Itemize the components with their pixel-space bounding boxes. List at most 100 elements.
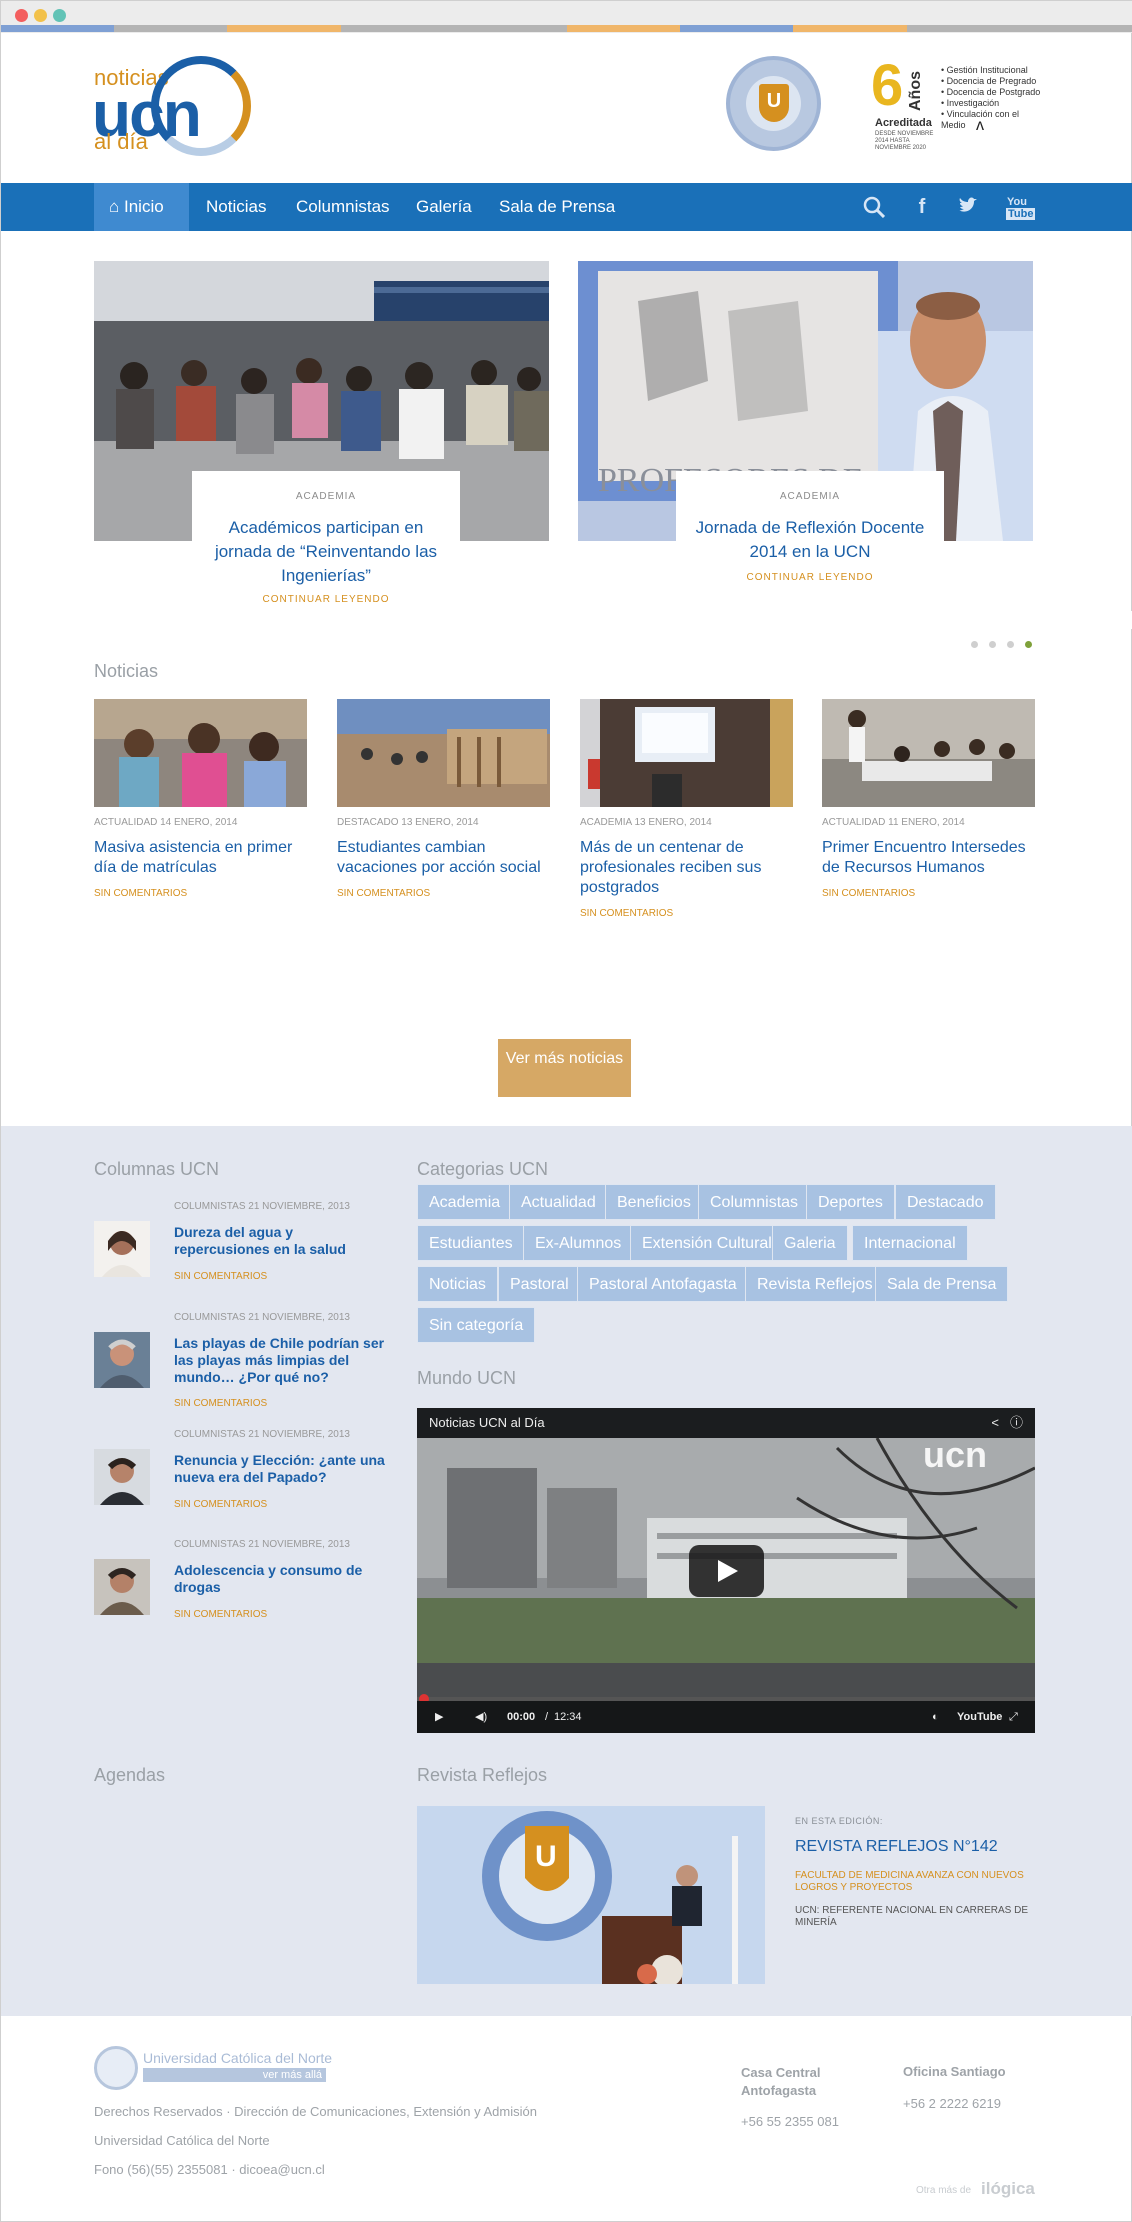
slide-title[interactable]: Académicos participan en jornada de “Rei… (202, 516, 450, 588)
revista-cover-image[interactable]: U (417, 1806, 765, 1984)
continue-reading-link[interactable]: CONTINUAR LEYENDO (192, 594, 460, 605)
news-thumbnail[interactable] (822, 699, 1035, 807)
close-window-dot[interactable] (15, 9, 28, 22)
play-icon[interactable] (689, 1545, 764, 1597)
credit-brand[interactable]: ilógica (981, 2179, 1035, 2199)
fullscreen-icon[interactable]: ⤢ (1009, 1701, 1018, 1733)
credit-prefix: Otra más de (916, 2185, 972, 2196)
category-tag[interactable]: Deportes (806, 1184, 895, 1220)
column-comments[interactable]: SIN COMENTARIOS (174, 1609, 267, 1620)
category-tag[interactable]: Pastoral Antofagasta (577, 1266, 749, 1302)
slide-title[interactable]: Jornada de Reflexión Docente 2014 en la … (686, 516, 934, 564)
avatar[interactable] (94, 1221, 150, 1277)
avatar[interactable] (94, 1559, 150, 1615)
office-phone[interactable]: +56 55 2355 081 (741, 2114, 839, 2129)
news-card[interactable]: DESTACADO 13 ENERO, 2014 Estudiantes cam… (337, 699, 550, 899)
nav-item-sala-de-prensa[interactable]: Sala de Prensa (499, 183, 615, 231)
category-tag[interactable]: Destacado (895, 1184, 996, 1220)
category-tag[interactable]: Academia (417, 1184, 513, 1220)
category-tag[interactable]: Actualidad (509, 1184, 608, 1220)
news-comments[interactable]: SIN COMENTARIOS (822, 888, 1035, 899)
section-title-mundo: Mundo UCN (417, 1368, 517, 1388)
column-title[interactable]: Dureza del agua y repercusiones en la sa… (174, 1224, 389, 1258)
video-time-current: 00:00 (507, 1711, 536, 1723)
slider-page-dot[interactable] (1007, 641, 1014, 648)
news-card[interactable]: ACTUALIDAD 11 ENERO, 2014 Primer Encuent… (822, 699, 1035, 899)
video-title[interactable]: Noticias UCN al Día (429, 1415, 545, 1430)
avatar[interactable] (94, 1449, 150, 1505)
category-tag[interactable]: Noticias (417, 1266, 498, 1302)
category-tag[interactable]: Columnistas (698, 1184, 811, 1220)
footer-university-name[interactable]: Universidad Católica del Norte (143, 2050, 332, 2066)
search-icon[interactable] (863, 196, 886, 219)
category-tag[interactable]: Revista Reflejos (745, 1266, 885, 1302)
category-tag[interactable]: Estudiantes (417, 1225, 525, 1261)
column-comments[interactable]: SIN COMENTARIOS (174, 1271, 267, 1282)
slide-card[interactable]: ACADEMIA Académicos participan en jornad… (192, 471, 460, 611)
page: noticias ucn al día U 6 Años Gestión Ins… (0, 0, 1132, 2222)
footer-contact[interactable]: Fono (56)(55) 2355081 · dicoea@ucn.cl (94, 2162, 325, 2177)
category-tag[interactable]: Extensión Cultural (630, 1225, 784, 1261)
nav-item-noticias[interactable]: Noticias (206, 183, 266, 231)
youtube-icon[interactable]: You Tube (1006, 196, 1036, 220)
slider-page-dot[interactable] (989, 641, 996, 648)
nav-item-inicio[interactable]: ⌂ Inicio (94, 183, 189, 231)
revista-headline[interactable]: UCN: REFERENTE NACIONAL EN CARRERAS DE M… (795, 1905, 1035, 1929)
share-icon[interactable]: < (991, 1408, 999, 1438)
news-thumbnail[interactable] (580, 699, 793, 807)
category-tag[interactable]: Sin categoría (417, 1307, 536, 1343)
office-phone[interactable]: +56 2 2222 6219 (903, 2096, 1001, 2111)
facebook-icon[interactable]: f (911, 196, 933, 218)
slide-card[interactable]: ACADEMIA Jornada de Reflexión Docente 20… (676, 471, 944, 599)
maximize-window-dot[interactable] (53, 9, 66, 22)
news-thumbnail[interactable] (94, 699, 307, 807)
news-title[interactable]: Más de un centenar de profesionales reci… (580, 838, 793, 898)
more-news-button[interactable]: Ver más noticias (498, 1039, 631, 1097)
settings-icon[interactable]: ◐ (932, 1701, 939, 1733)
category-tag[interactable]: Beneficios (605, 1184, 703, 1220)
slider-page-dot[interactable] (971, 641, 978, 648)
nav-item-galeria[interactable]: Galería (416, 183, 472, 231)
slide-category: ACADEMIA (295, 491, 357, 502)
accreditation-area: Docencia de Pregrado (941, 76, 1041, 87)
section-title-noticias: Noticias (94, 661, 159, 681)
info-icon[interactable]: ⓘ (1010, 1408, 1023, 1438)
news-comments[interactable]: SIN COMENTARIOS (94, 888, 307, 899)
footer-rights: Derechos Reservados · Dirección de Comun… (94, 2104, 537, 2119)
news-meta: ACTUALIDAD 11 ENERO, 2014 (822, 817, 965, 828)
column-title[interactable]: Adolescencia y consumo de drogas (174, 1562, 389, 1596)
column-title[interactable]: Renuncia y Elección: ¿ante una nueva era… (174, 1452, 389, 1486)
avatar[interactable] (94, 1332, 150, 1388)
news-comments[interactable]: SIN COMENTARIOS (580, 908, 793, 919)
nav-item-columnistas[interactable]: Columnistas (296, 183, 390, 231)
youtube-logo[interactable]: YouTube (957, 1701, 1002, 1733)
logo-aldia-text: al día (94, 129, 148, 154)
category-tag[interactable]: Internacional (852, 1225, 968, 1261)
category-tag[interactable]: Pastoral (498, 1266, 581, 1302)
news-title[interactable]: Masiva asistencia en primer día de matrí… (94, 838, 307, 878)
news-comments[interactable]: SIN COMENTARIOS (337, 888, 550, 899)
column-title[interactable]: Las playas de Chile podrían ser las play… (174, 1335, 389, 1386)
revista-headline[interactable]: FACULTAD DE MEDICINA AVANZA CON NUEVOS L… (795, 1870, 1035, 1894)
slider-page-dot-active[interactable] (1025, 641, 1032, 648)
column-comments[interactable]: SIN COMENTARIOS (174, 1398, 267, 1409)
news-thumbnail[interactable] (337, 699, 550, 807)
video-time-total: 12:34 (554, 1711, 582, 1723)
category-tag[interactable]: Ex-Alumnos (523, 1225, 634, 1261)
category-tag[interactable]: Galeria (772, 1225, 848, 1261)
category-tag[interactable]: Sala de Prensa (875, 1266, 1009, 1302)
accreditation-area: Investigación (941, 98, 1041, 109)
play-small-icon[interactable]: ▶ (435, 1701, 443, 1733)
column-comments[interactable]: SIN COMENTARIOS (174, 1499, 267, 1510)
continue-reading-link[interactable]: CONTINUAR LEYENDO (676, 572, 944, 583)
twitter-icon[interactable] (957, 196, 979, 218)
cna-logo-icon: ʌ (976, 117, 984, 134)
volume-icon[interactable]: ◀) (475, 1701, 487, 1733)
revista-issue-title[interactable]: REVISTA REFLEJOS N°142 (795, 1838, 998, 1856)
news-title[interactable]: Estudiantes cambian vacaciones por acció… (337, 838, 550, 878)
news-card[interactable]: ACTUALIDAD 14 ENERO, 2014 Masiva asisten… (94, 699, 307, 899)
minimize-window-dot[interactable] (34, 9, 47, 22)
video-player[interactable]: Noticias UCN al Día < ⓘ ucn ▶ ◀) 00:00 / 1… (417, 1408, 1035, 1733)
news-title[interactable]: Primer Encuentro Intersedes de Recursos … (822, 838, 1035, 878)
news-card[interactable]: ACADEMIA 13 ENERO, 2014 Más de un centen… (580, 699, 793, 919)
